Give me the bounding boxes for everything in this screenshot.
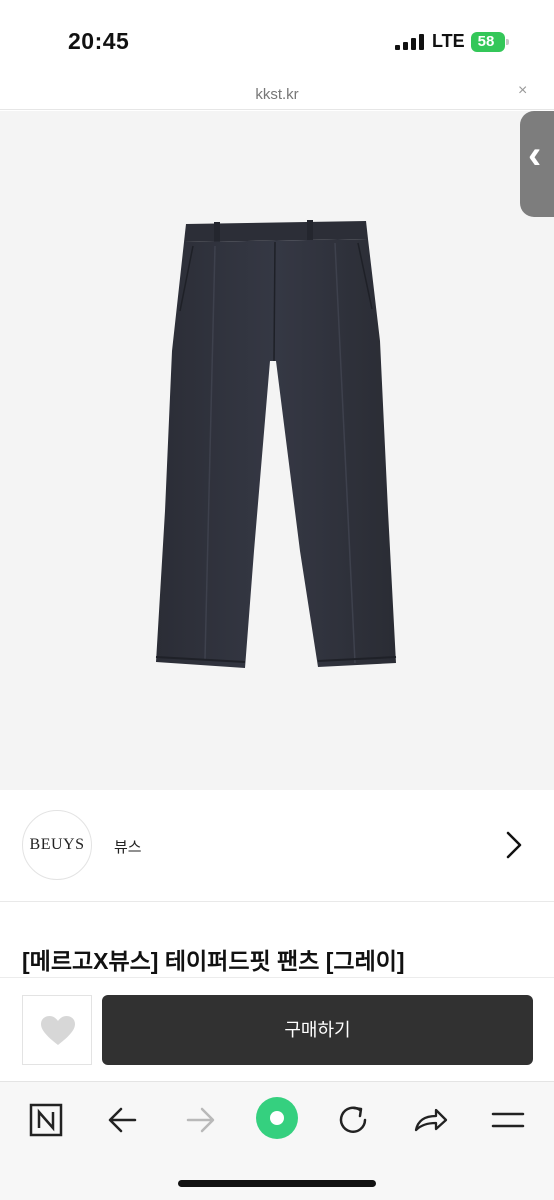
share-icon[interactable] (410, 1100, 450, 1140)
status-bar: 20:45 LTE 58 (0, 0, 554, 80)
reload-icon[interactable] (333, 1100, 373, 1140)
signal-strength-icon (395, 34, 424, 50)
brand-row[interactable]: BEUYS 뷰스 (0, 790, 554, 902)
green-circle-icon[interactable] (255, 1096, 299, 1140)
brand-logo[interactable]: BEUYS (22, 810, 92, 880)
brand-name[interactable]: 뷰스 (114, 836, 142, 857)
heart-icon (41, 1016, 75, 1045)
forward-arrow-icon[interactable] (180, 1100, 220, 1140)
chevron-right-icon[interactable] (505, 831, 523, 859)
close-icon[interactable]: × (518, 82, 527, 100)
pants-image (155, 220, 397, 668)
status-time: 20:45 (68, 28, 130, 54)
url-text[interactable]: kkst.kr (0, 86, 554, 103)
like-button[interactable] (22, 995, 92, 1065)
product-image[interactable] (0, 111, 554, 790)
back-arrow-icon[interactable] (103, 1100, 143, 1140)
buy-button[interactable]: 구매하기 (102, 995, 533, 1065)
brand-logo-text: BEUYS (29, 836, 85, 853)
battery-level: 58 (477, 33, 495, 50)
network-type: LTE (432, 31, 465, 51)
product-title: [메르고X뷰스] 테이퍼드핏 팬츠 [그레이] (22, 948, 405, 974)
battery-icon: 58 (471, 32, 509, 52)
back-tab[interactable]: ‹ (520, 111, 554, 217)
home-indicator[interactable] (178, 1180, 376, 1187)
action-bar: 구매하기 (0, 977, 554, 1081)
url-bar[interactable]: kkst.kr × (0, 80, 554, 110)
battery-cap (506, 39, 509, 45)
menu-icon[interactable] (488, 1100, 528, 1140)
chevron-left-icon: ‹ (528, 133, 542, 177)
naver-home-icon[interactable] (26, 1100, 66, 1140)
